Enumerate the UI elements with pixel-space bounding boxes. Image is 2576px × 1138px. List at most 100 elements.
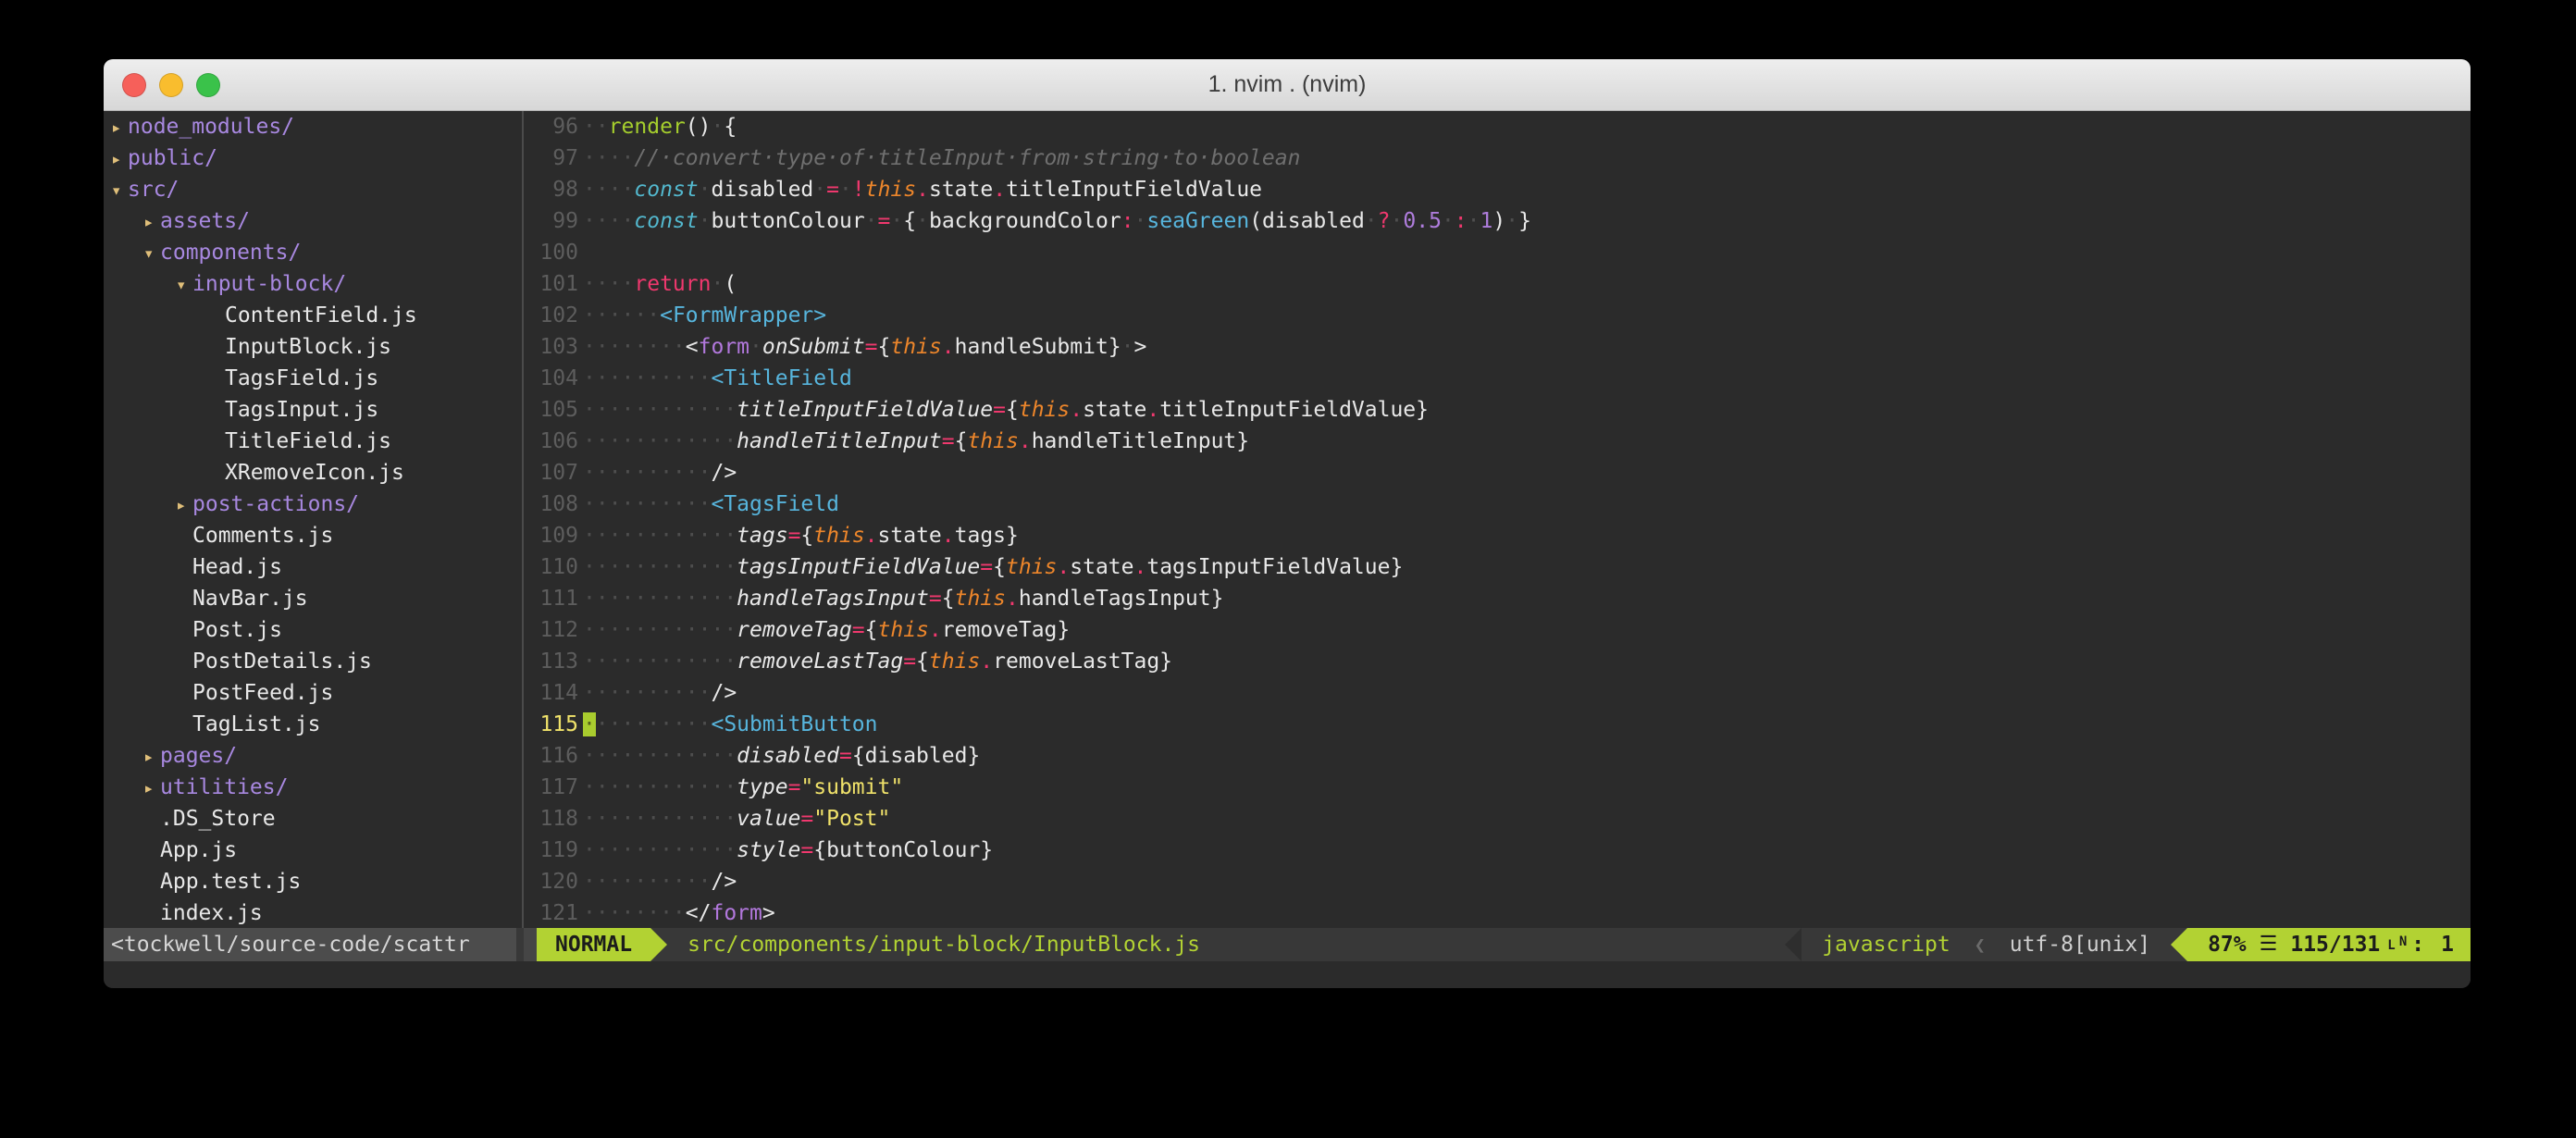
disclosure-triangle-icon[interactable]: ▸: [143, 741, 160, 773]
disclosure-triangle-icon[interactable]: ▸: [143, 773, 160, 804]
disclosure-triangle-icon[interactable]: ▸: [111, 143, 128, 175]
tree-item-src[interactable]: ▾src/: [104, 174, 522, 205]
code-line-114[interactable]: 114··········/>: [525, 677, 2471, 709]
code-line-99[interactable]: 99····const·buttonColour·=·{·backgroundC…: [525, 205, 2471, 237]
directory-label: src/: [128, 178, 179, 202]
code-line-117[interactable]: 117············type="submit": [525, 772, 2471, 803]
file-label: TagsField.js: [225, 366, 378, 390]
tree-item-app-test-js[interactable]: App.test.js: [104, 866, 522, 897]
zoom-button[interactable]: [196, 73, 220, 97]
file-label: index.js: [160, 901, 263, 925]
disclosure-triangle-icon[interactable]: ▾: [111, 175, 128, 206]
tree-item-contentfield-js[interactable]: ContentField.js: [104, 300, 522, 331]
disclosure-triangle-icon[interactable]: ▸: [176, 489, 192, 521]
tree-item-input-block[interactable]: ▾input-block/: [104, 268, 522, 300]
line-number: 102: [525, 300, 578, 331]
statusbar-spacer: [1200, 928, 1785, 961]
code-token: ············: [583, 649, 737, 674]
tree-item-xremoveicon-js[interactable]: XRemoveIcon.js: [104, 457, 522, 489]
code-token: =: [903, 649, 916, 674]
tree-item-comments-js[interactable]: Comments.js: [104, 520, 522, 551]
tree-item-components[interactable]: ▾components/: [104, 237, 522, 268]
tree-item-ds-store[interactable]: .DS_Store: [104, 803, 522, 835]
line-number: 111: [525, 583, 578, 614]
code-token: =: [839, 744, 852, 768]
tree-item-node-modules[interactable]: ▸node_modules/: [104, 111, 522, 142]
code-token: backgroundColor: [929, 209, 1121, 233]
tree-item-app-js[interactable]: App.js: [104, 835, 522, 866]
code-token: ·: [712, 115, 724, 139]
code-line-97[interactable]: 97····//·convert·type·of·titleInput·from…: [525, 142, 2471, 174]
tree-item-pages[interactable]: ▸pages/: [104, 740, 522, 772]
code-line-108[interactable]: 108··········<TagsField: [525, 489, 2471, 520]
tree-item-post-js[interactable]: Post.js: [104, 614, 522, 646]
code-line-100[interactable]: 100: [525, 237, 2471, 268]
code-token: {: [865, 618, 878, 642]
tree-item-tagsinput-js[interactable]: TagsInput.js: [104, 394, 522, 426]
code-token: ············: [583, 838, 737, 862]
code-line-98[interactable]: 98····const·disabled·=·!this.state.title…: [525, 174, 2471, 205]
line-number: 98: [525, 174, 578, 205]
code-token: {: [1006, 398, 1019, 422]
file-label: XRemoveIcon.js: [225, 461, 404, 485]
code-editor[interactable]: 96··render()·{97····//·convert·type·of·t…: [525, 111, 2471, 928]
code-line-105[interactable]: 105············titleInputFieldValue={thi…: [525, 394, 2471, 426]
tree-item-assets[interactable]: ▸assets/: [104, 205, 522, 237]
code-token: handleSubmit}: [955, 335, 1121, 359]
window-vertical-separator[interactable]: [522, 111, 524, 928]
tree-item-postdetails-js[interactable]: PostDetails.js: [104, 646, 522, 677]
scroll-percent: 87%: [2208, 928, 2247, 961]
code-line-101[interactable]: 101····return·(: [525, 268, 2471, 300]
tree-item-postfeed-js[interactable]: PostFeed.js: [104, 677, 522, 709]
code-token: //·convert·type·of·titleInput·from·strin…: [634, 146, 1300, 170]
tree-item-public[interactable]: ▸public/: [104, 142, 522, 174]
disclosure-triangle-icon[interactable]: ▾: [176, 269, 192, 301]
code-line-109[interactable]: 109············tags={this.state.tags}: [525, 520, 2471, 551]
code-line-113[interactable]: 113············removeLastTag={this.remov…: [525, 646, 2471, 677]
code-line-106[interactable]: 106············handleTitleInput={this.ha…: [525, 426, 2471, 457]
code-line-116[interactable]: 116············disabled={disabled}: [525, 740, 2471, 772]
code-token: tags: [737, 524, 787, 548]
disclosure-triangle-icon[interactable]: ▸: [143, 206, 160, 238]
tree-item-navbar-js[interactable]: NavBar.js: [104, 583, 522, 614]
code-token: =: [929, 587, 942, 611]
code-line-115[interactable]: 115··········<SubmitButton: [525, 709, 2471, 740]
code-line-112[interactable]: 112············removeTag={this.removeTag…: [525, 614, 2471, 646]
minimize-button[interactable]: [159, 73, 183, 97]
code-line-96[interactable]: 96··render()·{: [525, 111, 2471, 142]
disclosure-triangle-icon[interactable]: ▸: [111, 112, 128, 143]
tree-item-post-actions[interactable]: ▸post-actions/: [104, 489, 522, 520]
cursor-position: 115/131: [2290, 928, 2380, 961]
line-number: 105: [525, 394, 578, 426]
tree-item-titlefield-js[interactable]: TitleField.js: [104, 426, 522, 457]
code-line-107[interactable]: 107··········/>: [525, 457, 2471, 489]
code-line-110[interactable]: 110············tagsInputFieldValue={this…: [525, 551, 2471, 583]
code-token: ·: [1134, 209, 1147, 233]
window-title: 1. nvim . (nvim): [1208, 71, 1367, 98]
code-token: {: [916, 649, 929, 674]
tree-item-inputblock-js[interactable]: InputBlock.js: [104, 331, 522, 363]
code-line-102[interactable]: 102······<FormWrapper>: [525, 300, 2471, 331]
code-line-118[interactable]: 118············value="Post": [525, 803, 2471, 835]
code-line-111[interactable]: 111············handleTagsInput={this.han…: [525, 583, 2471, 614]
tree-item-index-js[interactable]: index.js: [104, 897, 522, 928]
code-token: .: [1146, 398, 1159, 422]
code-line-121[interactable]: 121········</form>: [525, 897, 2471, 928]
tree-item-taglist-js[interactable]: TagList.js: [104, 709, 522, 740]
window-titlebar[interactable]: 1. nvim . (nvim): [104, 59, 2471, 111]
code-token: {: [942, 587, 955, 611]
tree-item-head-js[interactable]: Head.js: [104, 551, 522, 583]
code-line-119[interactable]: 119············style={buttonColour}: [525, 835, 2471, 866]
tree-item-utilities[interactable]: ▸utilities/: [104, 772, 522, 803]
code-token: </: [686, 901, 712, 925]
code-token: 1: [1480, 209, 1493, 233]
powerline-arrow-icon: [1785, 928, 1802, 961]
code-line-103[interactable]: 103········<form·onSubmit={this.handleSu…: [525, 331, 2471, 363]
code-line-104[interactable]: 104··········<TitleField: [525, 363, 2471, 394]
code-line-120[interactable]: 120··········/>: [525, 866, 2471, 897]
code-token: ············: [583, 744, 737, 768]
tree-item-tagsfield-js[interactable]: TagsField.js: [104, 363, 522, 394]
disclosure-triangle-icon[interactable]: ▾: [143, 238, 160, 269]
file-label: PostFeed.js: [192, 681, 333, 705]
close-button[interactable]: [122, 73, 146, 97]
